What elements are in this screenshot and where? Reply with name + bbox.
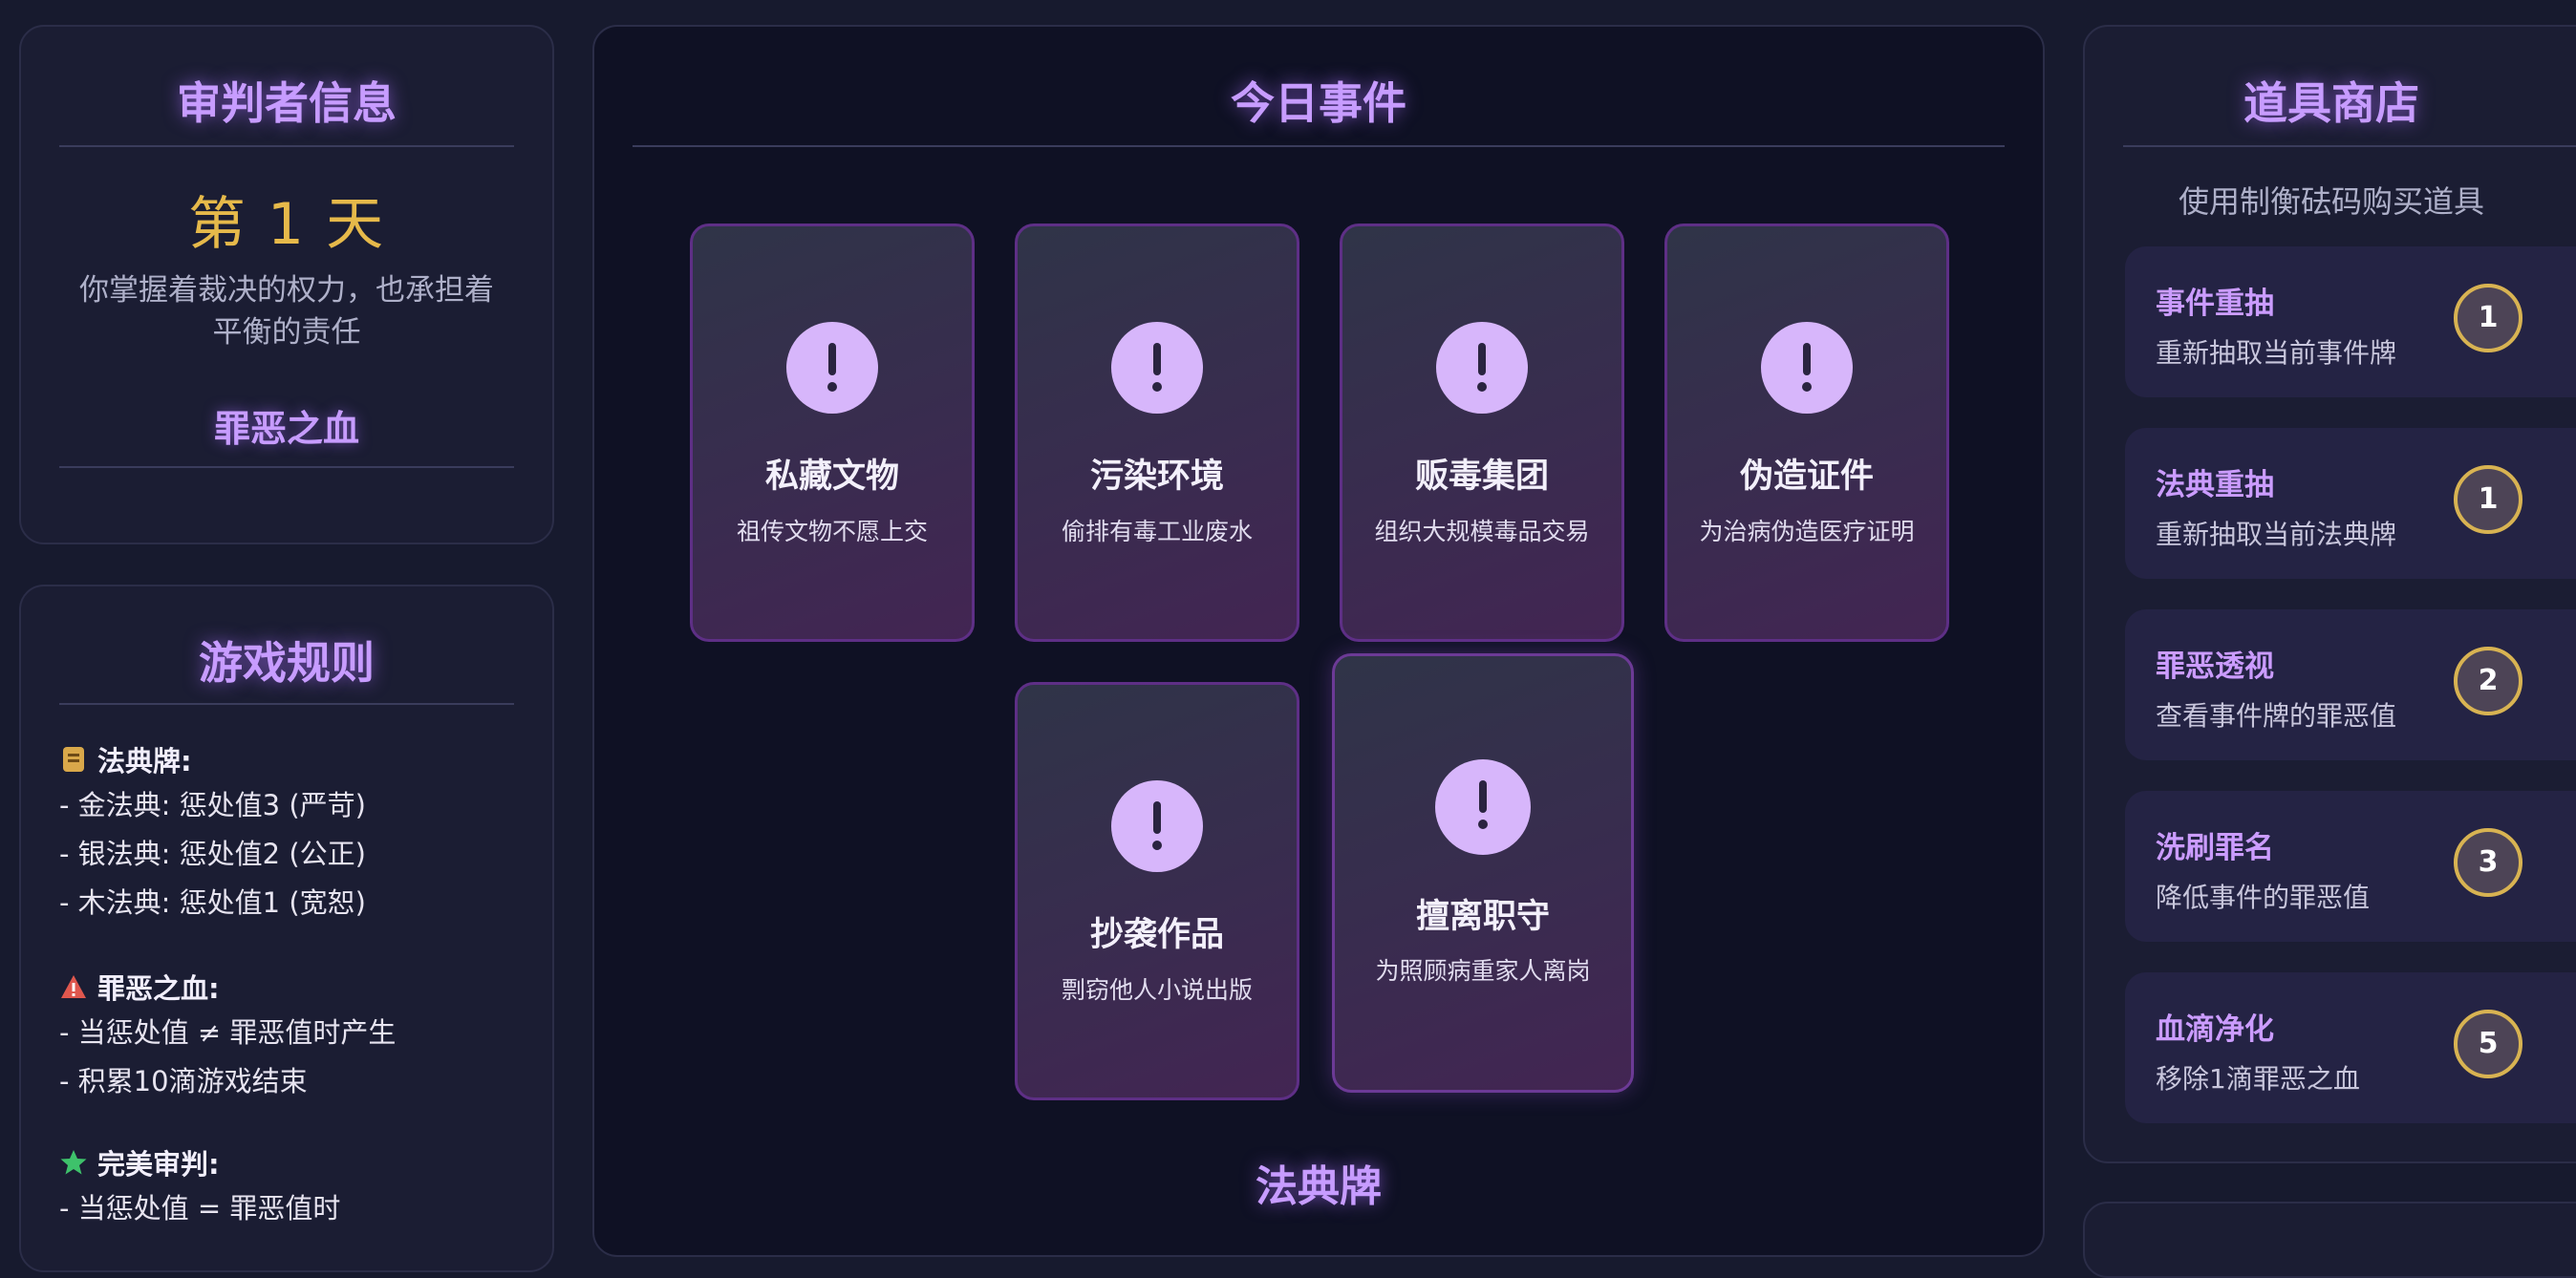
exclamation-icon	[1111, 322, 1203, 414]
shop-item-desc: 移除1滴罪恶之血	[2156, 1063, 2360, 1095]
event-card-name: 擅离职守	[1415, 898, 1550, 936]
cost-coin-icon: 2	[2454, 647, 2522, 715]
rules-section-law: 法典牌: - 金法典: 惩处值3 (严苛) - 银法典: 惩处值2 (公正) -…	[59, 737, 533, 927]
shop-panel: 道具商店 使用制衡砝码购买道具 事件重抽 重新抽取当前事件牌 1 法典重抽 重新…	[2083, 25, 2576, 1163]
event-card[interactable]: 伪造证件 为治病伪造医疗证明	[1664, 224, 1949, 642]
shop-item-sin-vision[interactable]: 罪恶透视 查看事件牌的罪恶值 2	[2125, 609, 2576, 760]
divider	[633, 145, 2005, 147]
rules-heading-law: 法典牌:	[97, 745, 192, 777]
rules-section-perfect: 完美审判: - 当惩处值 = 罪恶值时	[59, 1140, 533, 1233]
judge-info-panel: 审判者信息 第 1 天 你掌握着裁决的权力，也承担着平衡的责任 罪恶之血	[19, 25, 554, 544]
shop-title: 道具商店	[2243, 77, 2419, 129]
exclamation-icon	[1435, 759, 1531, 855]
rules-panel: 游戏规则 法典牌: - 金法典: 惩处值3 (严苛) - 银法典: 惩处值2 (…	[19, 585, 554, 1272]
event-card-desc: 组织大规模毒品交易	[1374, 518, 1590, 545]
shop-item-reroll-law[interactable]: 法典重抽 重新抽取当前法典牌 1	[2125, 428, 2576, 579]
sin-blood-title: 罪恶之血	[213, 408, 359, 450]
rule-line: - 木法典: 惩处值1 (宽恕)	[59, 886, 366, 919]
shop-item-name: 罪恶透视	[2156, 650, 2274, 684]
rule-line: - 金法典: 惩处值3 (严苛)	[59, 789, 366, 821]
event-card[interactable]: 贩毒集团 组织大规模毒品交易	[1340, 224, 1624, 642]
secondary-panel	[2083, 1202, 2576, 1278]
shop-item-reroll-event[interactable]: 事件重抽 重新抽取当前事件牌 1	[2125, 246, 2576, 397]
rules-heading-perfect: 完美审判:	[97, 1148, 220, 1181]
shop-item-desc: 查看事件牌的罪恶值	[2156, 700, 2397, 732]
shop-item-desc: 重新抽取当前法典牌	[2156, 519, 2397, 550]
divider	[59, 145, 514, 147]
rules-section-blood: 罪恶之血: - 当惩处值 ≠ 罪恶值时产生 - 积累10滴游戏结束	[59, 965, 533, 1106]
event-card[interactable]: 抄袭作品 剽窃他人小说出版	[1015, 682, 1299, 1100]
rules-title: 游戏规则	[199, 637, 375, 689]
star-icon	[60, 1150, 87, 1175]
rule-line: - 积累10滴游戏结束	[59, 1065, 308, 1097]
shop-item-blood-purify[interactable]: 血滴净化 移除1滴罪恶之血 5	[2125, 972, 2576, 1123]
shop-item-desc: 重新抽取当前事件牌	[2156, 337, 2397, 369]
rule-line: - 当惩处值 ≠ 罪恶值时产生	[59, 1016, 397, 1049]
book-icon	[63, 747, 84, 772]
event-card-name: 贩毒集团	[1414, 458, 1549, 496]
event-card-desc: 偷排有毒工业废水	[1061, 518, 1253, 545]
event-card-name: 抄袭作品	[1089, 916, 1224, 954]
exclamation-icon	[1111, 780, 1203, 872]
rules-heading-blood: 罪恶之血:	[97, 972, 220, 1005]
judge-description: 你掌握着裁决的权力，也承担着平衡的责任	[79, 273, 494, 350]
day-counter: 第 1 天	[187, 191, 386, 258]
event-card-desc: 剽窃他人小说出版	[1061, 976, 1253, 1004]
divider	[2123, 145, 2576, 147]
events-panel: 今日事件 私藏文物 祖传文物不愿上交 污染环境 偷排有毒工业废水 贩毒集团 组织…	[592, 25, 2045, 1257]
cost-coin-icon: 3	[2454, 828, 2522, 897]
rule-line: - 银法典: 惩处值2 (公正)	[59, 838, 366, 870]
shop-item-name: 洗刷罪名	[2156, 831, 2274, 865]
cost-coin-icon: 5	[2454, 1010, 2522, 1078]
event-card-selected[interactable]: 擅离职守 为照顾病重家人离岗	[1332, 653, 1634, 1093]
event-card-desc: 祖传文物不愿上交	[736, 518, 928, 545]
cost-coin-icon: 1	[2454, 284, 2522, 352]
shop-subtitle: 使用制衡砝码购买道具	[2178, 183, 2484, 220]
law-cards-title: 法典牌	[1256, 1162, 1382, 1211]
event-card-name: 污染环境	[1089, 458, 1224, 496]
event-card-desc: 为照顾病重家人离岗	[1375, 957, 1591, 985]
divider	[59, 466, 514, 468]
event-card[interactable]: 私藏文物 祖传文物不愿上交	[690, 224, 975, 642]
divider	[59, 703, 514, 705]
event-card[interactable]: 污染环境 偷排有毒工业废水	[1015, 224, 1299, 642]
event-card-name: 伪造证件	[1739, 458, 1874, 496]
events-title: 今日事件	[1231, 77, 1406, 129]
event-card-name: 私藏文物	[764, 458, 899, 496]
judge-info-title: 审判者信息	[177, 77, 397, 129]
rule-line: - 当惩处值 = 罪恶值时	[59, 1192, 341, 1225]
shop-item-name: 事件重抽	[2156, 287, 2274, 321]
shop-item-clear-charge[interactable]: 洗刷罪名 降低事件的罪恶值 3	[2125, 791, 2576, 942]
exclamation-icon	[786, 322, 878, 414]
shop-item-name: 法典重抽	[2156, 468, 2274, 502]
exclamation-icon	[1436, 322, 1528, 414]
exclamation-icon	[1761, 322, 1853, 414]
warning-icon	[61, 975, 86, 998]
shop-item-name: 血滴净化	[2156, 1012, 2274, 1047]
shop-item-desc: 降低事件的罪恶值	[2156, 882, 2371, 913]
cost-coin-icon: 1	[2454, 465, 2522, 534]
event-card-desc: 为治病伪造医疗证明	[1699, 518, 1915, 545]
